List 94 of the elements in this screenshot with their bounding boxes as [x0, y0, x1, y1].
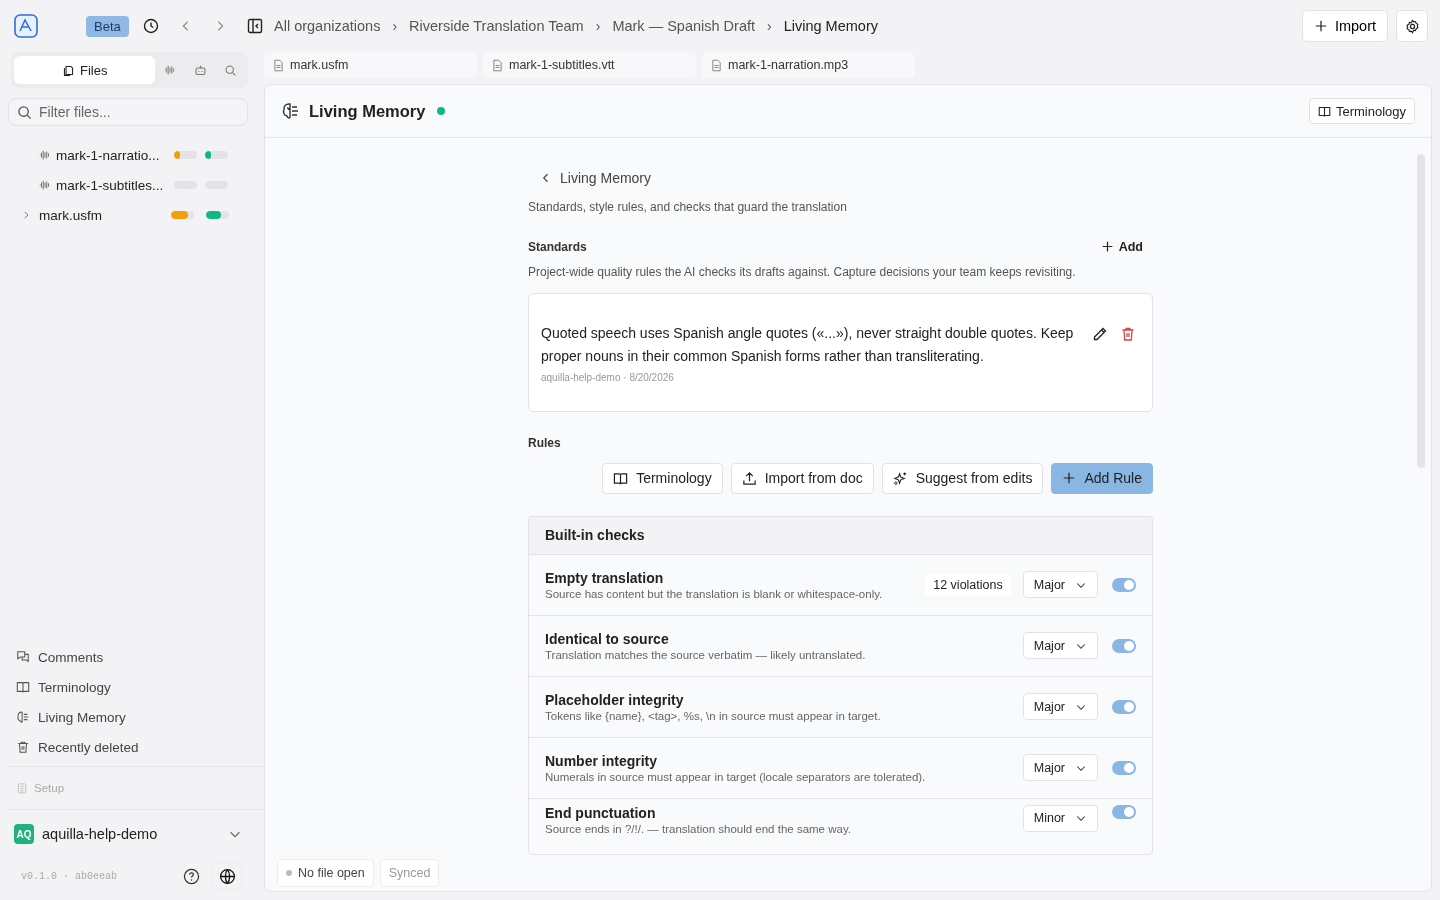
files-icon	[61, 63, 75, 77]
check-name: Number integrity	[545, 752, 658, 769]
check-name: End punctuation	[545, 804, 657, 821]
standard-text: Quoted speech uses Spanish angle quotes («...»), never straight double quotes. Keep proper nouns in their common Spanish forms rather than transliterating.	[541, 323, 1075, 366]
check-description: Source has content but the translation is blank or whitespace-only.	[545, 587, 884, 600]
add-button[interactable]: Add	[1100, 239, 1153, 254]
toggle-switch[interactable]	[1112, 760, 1136, 775]
plus-icon	[1100, 240, 1114, 254]
plus-icon	[1313, 19, 1328, 33]
toggle-switch[interactable]	[1112, 638, 1136, 653]
search-icon	[17, 105, 32, 120]
violation-count: 12 violations	[925, 573, 1011, 596]
brain-icon	[281, 101, 301, 121]
app-logo-icon[interactable]	[14, 14, 38, 38]
check-name: Placeholder integrity	[545, 691, 685, 708]
toolbar-button[interactable]: Suggest from edits	[881, 462, 1044, 494]
language-button[interactable]	[212, 862, 242, 890]
brain-icon	[16, 710, 30, 724]
checks-heading: Built-in checks	[529, 516, 1152, 555]
check-name: Identical to source	[545, 630, 670, 647]
toggle-switch[interactable]	[1112, 699, 1136, 714]
book-icon	[1317, 104, 1331, 118]
file-name[interactable]: mark-1-narratio...	[56, 147, 166, 163]
delete-icon[interactable]	[1120, 325, 1136, 342]
document-icon	[272, 58, 285, 72]
upload-icon	[741, 470, 757, 486]
chevron-right-icon[interactable]	[21, 210, 31, 220]
document-icon	[710, 58, 723, 72]
history-icon[interactable]	[142, 18, 159, 34]
section-description: Project-wide quality rules the AI checks its drafts against. Capture decisions your team keeps revisiting.	[528, 264, 1077, 279]
comments-icon	[16, 650, 30, 664]
back-link[interactable]: Living Memory	[540, 168, 1153, 188]
globe-icon	[218, 867, 236, 885]
sidebar-link[interactable]: Terminology	[16, 672, 256, 702]
book-icon	[16, 680, 30, 694]
version-label: v0.1.0 · ab0eeab	[21, 870, 118, 882]
severity-dropdown[interactable]: Minor	[1022, 804, 1098, 832]
import-button[interactable]: Import	[1301, 10, 1388, 42]
standard-meta: aquilla-help-demo · 8/20/2026	[541, 371, 675, 383]
file-status: No file open	[277, 859, 374, 887]
breadcrumb-link[interactable]: All organizations	[274, 18, 381, 34]
trash-icon	[16, 740, 30, 754]
severity-dropdown[interactable]: Major	[1022, 571, 1098, 599]
breadcrumb-separator: ›	[392, 18, 398, 34]
severity-dropdown[interactable]: Major	[1022, 693, 1098, 721]
page-description: Standards, style rules, and checks that guard the translation	[528, 199, 848, 214]
settings-button[interactable]	[1396, 10, 1428, 42]
sync-status: Synced	[379, 859, 440, 887]
toolbar-button[interactable]: Import from doc	[730, 462, 874, 494]
files-tab[interactable]: Files	[14, 56, 156, 84]
clipboard-icon	[16, 782, 28, 794]
toggle-switch[interactable]	[1112, 804, 1136, 819]
settings-icon	[1404, 18, 1420, 34]
severity-dropdown[interactable]: Major	[1022, 632, 1098, 660]
check-description: Numerals in source must appear in target (locale separators are tolerated).	[545, 770, 927, 783]
severity-dropdown[interactable]: Major	[1022, 754, 1098, 782]
book-icon	[613, 470, 629, 486]
robot-icon	[193, 63, 207, 77]
check-description: Tokens like {name}, <tag>, %s, \n in source must appear in target.	[545, 709, 882, 722]
add-rule-button[interactable]: Add Rule	[1051, 462, 1153, 494]
file-tab[interactable]: mark-1-narration.mp3	[702, 52, 915, 78]
breadcrumb-link[interactable]: Mark — Spanish Draft	[612, 18, 755, 34]
toggle-switch[interactable]	[1112, 577, 1136, 592]
check-description: Translation matches the source verbatim — likely untranslated.	[545, 648, 867, 661]
toolbar-button[interactable]: Terminology	[602, 462, 723, 494]
file-name[interactable]: mark.usfm	[39, 207, 159, 223]
help-icon[interactable]	[183, 867, 200, 885]
waveform-icon	[38, 148, 52, 162]
sparkle-icon	[892, 470, 908, 486]
sidebar-link[interactable]: Recently deleted	[16, 732, 256, 762]
breadcrumb-link[interactable]: Riverside Translation Team	[409, 18, 584, 34]
search-icon	[223, 63, 237, 77]
section-heading: Standards	[528, 239, 587, 254]
workspace-switcher[interactable]: AQ aquilla-help-demo	[8, 810, 256, 858]
breadcrumb-link[interactable]: Living Memory	[783, 18, 878, 34]
breadcrumb-separator: ›	[767, 18, 772, 34]
file-tab[interactable]: mark.usfm	[264, 52, 477, 78]
waveform-icon	[38, 178, 52, 192]
check-name: Empty translation	[545, 569, 665, 586]
section-heading: Rules	[528, 435, 562, 450]
check-description: Source ends in ?/!/. — translation should end the same way.	[545, 822, 852, 835]
beta-badge: Beta	[86, 15, 129, 37]
sidebar-link[interactable]: Living Memory	[16, 702, 256, 732]
sidebar-link[interactable]: Comments	[16, 642, 256, 672]
panel-title: Living Memory	[309, 101, 426, 121]
sidebar-toggle-icon[interactable]	[246, 18, 263, 34]
filter-field[interactable]: Filter files...	[8, 98, 248, 126]
file-tab[interactable]: mark-1-subtitles.vtt	[483, 52, 696, 78]
terminology-button[interactable]: Terminology	[1308, 98, 1415, 124]
edit-icon[interactable]	[1092, 325, 1108, 342]
breadcrumb-separator: ›	[595, 18, 601, 34]
plus-icon	[1062, 471, 1077, 486]
document-icon	[491, 58, 504, 72]
file-name[interactable]: mark-1-subtitles...	[56, 177, 166, 193]
